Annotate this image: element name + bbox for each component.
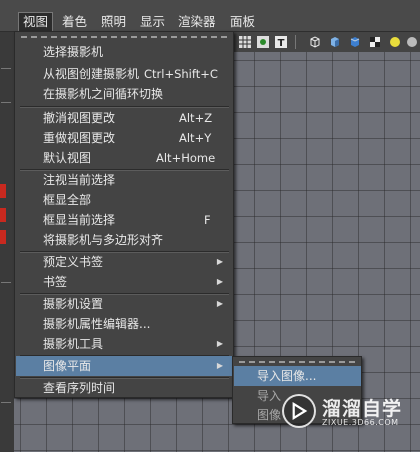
divider: [1, 282, 11, 283]
wireframe-cube-icon[interactable]: [308, 35, 322, 49]
shortcut-label: Alt+Y: [179, 131, 212, 145]
shortcut-label: F: [204, 213, 211, 227]
menu-item-redo-view-change[interactable]: 重做视图更改 Alt+Y: [16, 128, 233, 148]
submenu-arrow-icon: ▶: [216, 339, 223, 348]
menu-item-bookmarks[interactable]: 书签 ▶: [16, 272, 233, 292]
light-icon[interactable]: [388, 35, 402, 49]
menu-item-select-camera[interactable]: 选择摄影机: [16, 42, 233, 62]
watermark-url: ZIXUE.3D66.COM: [322, 418, 399, 427]
menu-item-image-plane[interactable]: 图像平面 ▶: [16, 356, 233, 376]
menubar-item-shading[interactable]: 着色: [58, 12, 91, 31]
menubar-item-panels[interactable]: 面板: [226, 12, 259, 31]
menubar-item-lighting[interactable]: 照明: [97, 12, 130, 31]
left-tool-strip: [0, 32, 14, 452]
tearoff-handle[interactable]: [21, 36, 227, 40]
divider: [295, 35, 296, 49]
status-marker: [0, 184, 6, 198]
menu-item-align-camera-to-polygon[interactable]: 将摄影机与多边形对齐: [16, 230, 233, 250]
tearoff-handle[interactable]: [239, 361, 355, 365]
menu-item-camera-tools[interactable]: 摄影机工具 ▶: [16, 334, 233, 354]
submenu-arrow-icon: ▶: [216, 361, 223, 370]
divider: [1, 68, 11, 69]
submenu-arrow-icon: ▶: [216, 299, 223, 308]
shaded-cube-icon[interactable]: [328, 35, 342, 49]
menu-item-create-camera-from-view[interactable]: 从视图创建摄影机 Ctrl+Shift+C: [16, 64, 233, 84]
menu-item-camera-attribute-editor[interactable]: 摄影机属性编辑器...: [16, 314, 233, 334]
shortcut-label: Alt+Home: [156, 151, 216, 165]
menu-item-view-sequence-time[interactable]: 查看序列时间: [16, 378, 233, 398]
submenu-arrow-icon: ▶: [216, 277, 223, 286]
menu-item-frame-all[interactable]: 框显全部: [16, 190, 233, 210]
menu-item-look-at-selection[interactable]: 注视当前选择: [16, 170, 233, 190]
grid-icon[interactable]: [238, 35, 252, 49]
menu-item-predefined-bookmarks[interactable]: 预定义书签 ▶: [16, 252, 233, 272]
menu-item-frame-selection[interactable]: 框显当前选择 F: [16, 210, 233, 230]
submenu-item-import-image[interactable]: 导入图像...: [234, 366, 361, 386]
menu-item-undo-view-change[interactable]: 撤消视图更改 Alt+Z: [16, 108, 233, 128]
status-marker: [0, 208, 6, 222]
menubar-item-show[interactable]: 显示: [136, 12, 169, 31]
menu-item-camera-settings[interactable]: 摄影机设置 ▶: [16, 294, 233, 314]
menu-item-cycle-cameras[interactable]: 在摄影机之间循环切换: [16, 84, 233, 104]
divider: [1, 102, 11, 103]
view-menu: 选择摄影机 从视图创建摄影机 Ctrl+Shift+C 在摄影机之间循环切换 撤消…: [14, 31, 234, 398]
sphere-icon[interactable]: [405, 35, 419, 49]
submenu-arrow-icon: ▶: [216, 257, 223, 266]
textured-cube-icon[interactable]: [348, 35, 362, 49]
panel-toolbar: T: [232, 32, 420, 52]
svg-text:T: T: [278, 38, 285, 49]
menubar-item-renderer[interactable]: 渲染器: [174, 12, 220, 31]
texture-icon[interactable]: T: [274, 35, 288, 49]
status-marker: [0, 230, 6, 244]
watermark-logo-icon: [282, 394, 316, 428]
watermark: 溜溜自学 ZIXUE.3D66.COM: [282, 392, 420, 432]
checker-icon[interactable]: [368, 35, 382, 49]
shortcut-label: Ctrl+Shift+C: [144, 67, 218, 81]
menubar-item-view[interactable]: 视图: [18, 12, 54, 31]
menu-item-default-view[interactable]: 默认视图 Alt+Home: [16, 148, 233, 168]
menubar: 视图 着色 照明 显示 渲染器 面板: [0, 0, 420, 32]
shortcut-label: Alt+Z: [179, 111, 213, 125]
watermark-name: 溜溜自学: [322, 398, 403, 420]
divider: [1, 402, 11, 403]
camera-icon[interactable]: [256, 35, 270, 49]
